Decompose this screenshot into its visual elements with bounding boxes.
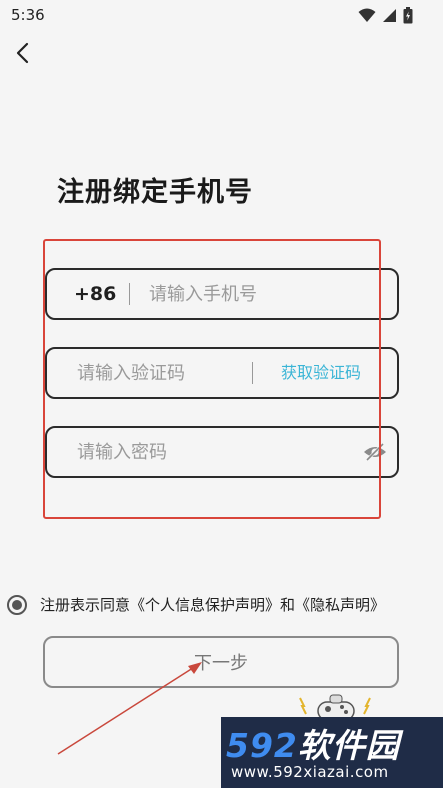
status-time: 5:36 [11, 6, 45, 24]
battery-icon [403, 6, 413, 23]
next-button[interactable]: 下一步 [43, 636, 399, 688]
back-button[interactable] [10, 38, 40, 68]
signal-icon [383, 8, 396, 22]
back-arrow-icon [16, 42, 29, 64]
status-bar: 5:36 [0, 0, 443, 30]
agreement-text[interactable]: 注册表示同意《个人信息保护声明》和《隐私声明》 [40, 594, 385, 615]
wifi-icon [358, 8, 376, 22]
watermark-brand: 592软件园 [226, 719, 400, 767]
watermark-brand-text: 软件园 [297, 726, 400, 765]
page-title: 注册绑定手机号 [57, 177, 253, 208]
radio-dot [12, 599, 22, 610]
watermark-url: www.592xiazai.com [231, 763, 389, 781]
radio-icon[interactable] [7, 594, 27, 615]
watermark-brand-number: 592 [226, 726, 298, 765]
annotation-highlight-box [43, 239, 381, 519]
status-icons [358, 6, 413, 24]
agreement-row: 注册表示同意《个人信息保护声明》和《隐私声明》 [7, 594, 385, 615]
